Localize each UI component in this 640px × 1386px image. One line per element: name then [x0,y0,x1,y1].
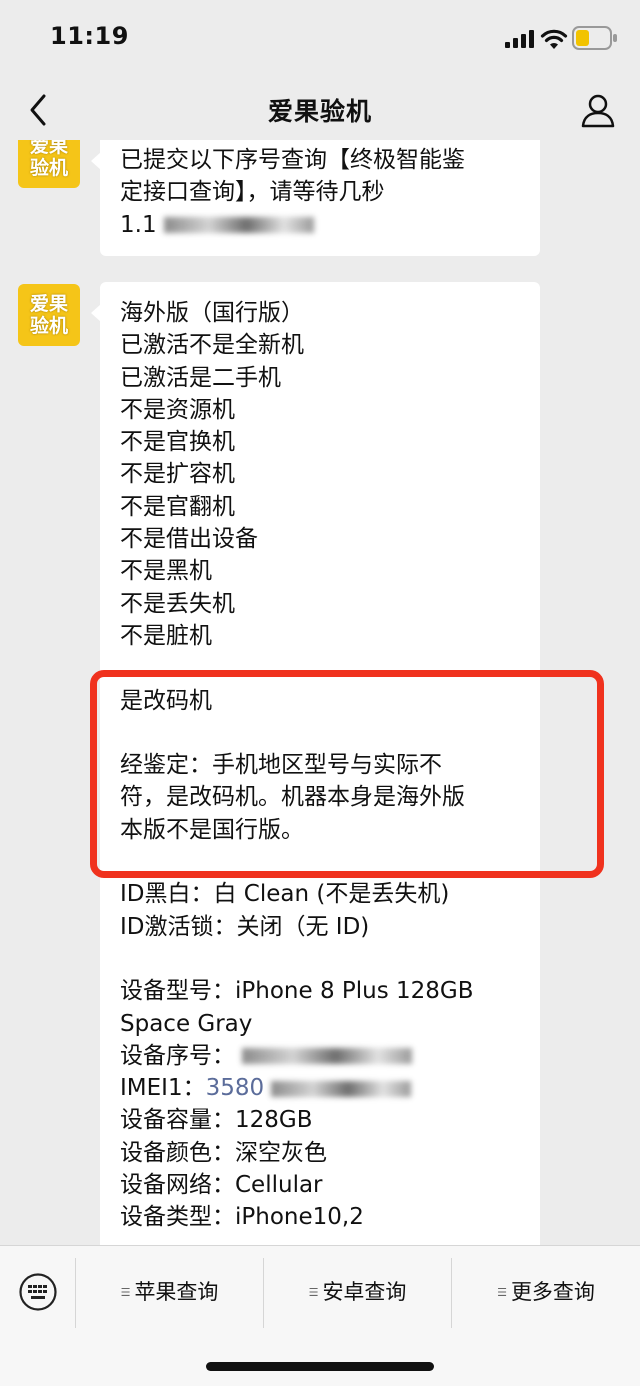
message-line: 不是官换机 [120,429,235,456]
page-title: 爱果验机 [267,97,372,126]
cellular-signal-icon [505,30,534,48]
avatar[interactable]: 爱果 验机 [18,140,80,188]
avatar-text: 爱果 [29,293,68,315]
avatar[interactable]: 爱果 验机 [18,284,80,346]
message-line: 设备网络：Cellular [120,1172,323,1199]
message-line: 不是扩容机 [120,461,235,488]
message-line: ID黑白：白 Clean (不是丢失机) [120,881,450,908]
menu-list-icon: ☰ [497,1286,507,1299]
message-bubble[interactable]: 已提交以下序号查询【终极智能鉴 定接口查询】，请等待几秒 1.1 [91,140,540,256]
redacted-value [163,217,314,234]
message-line: 已提交以下序号查询【终极智能鉴 [120,147,465,173]
message-line: 已激活是二手机 [120,364,281,391]
avatar-text: 验机 [29,315,68,337]
redacted-value [242,1048,413,1065]
imei-label: IMEI1： [120,1075,206,1102]
message-line: 不是丢失机 [120,590,235,617]
menu-item-android-query[interactable]: ☰ 安卓查询 [264,1274,451,1310]
menu-item-more-query[interactable]: ☰ 更多查询 [452,1274,640,1310]
menu-list-icon: ☰ [120,1286,131,1299]
message-line: 已激活不是全新机 [120,332,304,359]
chat-area[interactable]: 爱果 验机 已提交以下序号查询【终极智能鉴 定接口查询】，请等待几秒 1.1 爱… [0,140,640,1245]
highlight-annotation-box [90,670,604,878]
message-line: 定接口查询】，请等待几秒 [120,179,385,206]
message-line: 1.1 [120,209,520,241]
status-bar: 11:19 [0,0,640,78]
message-line: 不是官翻机 [120,493,235,520]
message-line: 不是资源机 [120,396,235,423]
avatar-text: 爱果 [29,140,68,157]
message-line: 设备容量：128GB [120,1107,313,1134]
redacted-value [271,1080,412,1097]
message-line: 设备颜色：深空灰色 [120,1139,327,1166]
home-indicator[interactable] [206,1362,434,1371]
message-line: 设备类型：iPhone10,2 [120,1204,364,1231]
wifi-icon [540,29,568,49]
battery-icon [572,26,617,50]
status-time: 11:19 [50,22,129,50]
message-line: 不是黑机 [120,558,212,585]
navigation-bar: 爱果验机 [0,78,640,140]
menu-item-apple-query[interactable]: ☰ 苹果查询 [76,1274,263,1310]
imei-link[interactable]: 3580 [206,1075,265,1101]
avatar-text: 验机 [29,157,68,179]
message-line: 不是借出设备 [120,526,258,553]
serial-label: 设备序号： [120,1042,235,1069]
message-line: IMEI1：3580 [120,1072,520,1104]
message-line: ID激活锁：关闭（无 ID) [120,913,370,940]
message-line: 设备型号：iPhone 8 Plus 128GB [120,978,474,1005]
message-line: 不是脏机 [120,622,212,649]
profile-icon[interactable] [578,90,618,130]
message-text: 1.1 [120,211,157,238]
menu-list-icon: ☰ [308,1286,319,1299]
keyboard-icon[interactable] [18,1272,58,1312]
message-line: 设备序号： [120,1040,520,1072]
message-line: 海外版（国行版） [120,300,304,326]
message-line: Space Gray [120,1010,253,1037]
